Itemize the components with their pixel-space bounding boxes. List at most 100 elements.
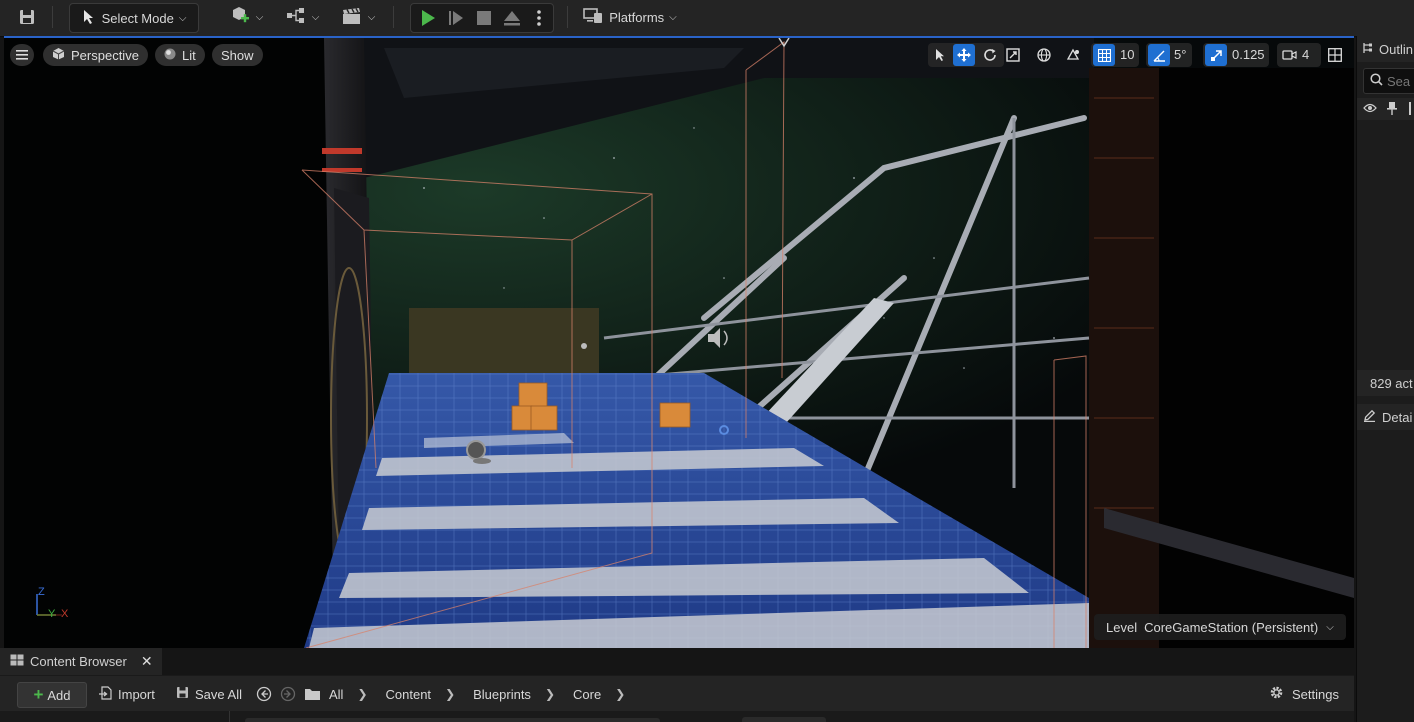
add-actor-button[interactable]: ⌵: [226, 3, 266, 31]
level-prefix-label: Level: [1106, 619, 1138, 635]
rotation-snap-icon[interactable]: [1148, 44, 1170, 66]
chevron-right-icon[interactable]: ❯: [615, 687, 625, 701]
folder-icon[interactable]: [304, 682, 321, 706]
chevron-down-icon: ⌵: [367, 11, 376, 23]
level-viewport[interactable]: Z Y X Perspective Lit Show 10 5° 0.125 4…: [4, 36, 1354, 648]
cinematics-button[interactable]: ⌵: [338, 3, 378, 31]
platforms-dropdown[interactable]: Platforms ⌵: [582, 3, 678, 31]
breadcrumb-core[interactable]: Core: [573, 687, 601, 702]
world-coordinates-icon[interactable]: [1033, 44, 1055, 66]
grid-snap-icon[interactable]: [1093, 44, 1115, 66]
lit-label: Lit: [182, 47, 196, 63]
content-browser-toolbar: + Add Import Save All All ❯ Content ❯ Bl…: [0, 675, 1354, 712]
visibility-eye-icon[interactable]: [1363, 102, 1377, 117]
content-browser-tab-label: Content Browser: [30, 654, 127, 669]
content-browser-panes: [0, 711, 1354, 722]
details-tab[interactable]: Detai: [1357, 404, 1414, 430]
rotate-tool-icon[interactable]: [979, 44, 1001, 66]
add-label: Add: [47, 687, 71, 703]
chevron-down-icon: ⌵: [669, 11, 677, 23]
save-all-label: Save All: [195, 686, 242, 702]
chevron-down-icon: ⌵: [255, 11, 264, 23]
more-options-icon[interactable]: [527, 4, 551, 32]
content-browser-icon: [10, 654, 24, 669]
surface-snapping-icon[interactable]: [1062, 44, 1084, 66]
rotation-snap-value[interactable]: 5°: [1174, 47, 1186, 62]
cube-icon: [52, 47, 65, 63]
axis-x-label: X: [61, 608, 69, 620]
camera-speed-icon[interactable]: [1278, 44, 1300, 66]
save-all-button[interactable]: Save All: [176, 682, 242, 706]
close-icon[interactable]: ✕: [141, 653, 153, 670]
outliner-icon: [1363, 42, 1373, 57]
settings-label: Settings: [1292, 686, 1339, 702]
axis-y-label: Y: [48, 608, 56, 620]
current-level-dropdown[interactable]: Level CoreGameStation (Persistent) ⌵: [1094, 614, 1346, 640]
history-forward-icon[interactable]: [280, 682, 296, 706]
select-tool-icon[interactable]: [929, 44, 951, 66]
show-flags-button[interactable]: Show: [212, 44, 263, 66]
advance-frame-icon[interactable]: [443, 4, 469, 32]
outliner-title: Outlin: [1379, 41, 1413, 57]
breadcrumb-all[interactable]: All: [329, 687, 343, 702]
add-actor-icon: [229, 6, 251, 29]
toolbar-divider: [52, 6, 53, 28]
outliner-header-row: [1357, 98, 1414, 120]
breadcrumb-blueprints[interactable]: Blueprints: [473, 687, 531, 702]
blueprints-button[interactable]: ⌵: [282, 3, 322, 31]
scale-snap-value[interactable]: 0.125: [1232, 47, 1265, 62]
platforms-label: Platforms: [609, 9, 665, 25]
outliner-search-placeholder: Sea: [1387, 73, 1411, 89]
pin-icon[interactable]: [1387, 102, 1397, 118]
outliner-search-input[interactable]: Sea: [1363, 68, 1414, 94]
viewport-layout-icon[interactable]: [1324, 44, 1346, 66]
scale-snap-icon[interactable]: [1205, 44, 1227, 66]
camera-speed-value[interactable]: 4: [1302, 47, 1309, 62]
viewport-scene-render: [4, 38, 1354, 648]
details-title: Detai: [1382, 409, 1413, 425]
right-side-panel: Outlin Sea 829 act Detai: [1356, 36, 1414, 722]
details-pencil-icon: [1363, 409, 1376, 425]
stop-icon[interactable]: [471, 4, 497, 32]
perspective-label: Perspective: [71, 47, 139, 63]
filter-button[interactable]: [742, 717, 826, 722]
import-label: Import: [118, 686, 155, 702]
import-button[interactable]: Import: [99, 682, 155, 706]
chevron-down-icon: ⌵: [1326, 621, 1334, 633]
add-button[interactable]: + Add: [17, 682, 87, 708]
level-name-label: CoreGameStation (Persistent): [1144, 619, 1319, 635]
view-mode-lit-button[interactable]: Lit: [155, 44, 205, 66]
toolbar-divider: [393, 6, 394, 28]
perspective-button[interactable]: Perspective: [43, 44, 148, 66]
plus-icon: +: [33, 685, 44, 704]
chevron-right-icon[interactable]: ❯: [445, 687, 455, 701]
save-icon[interactable]: [14, 3, 40, 31]
settings-button[interactable]: Settings: [1269, 682, 1339, 706]
save-all-icon: [176, 686, 189, 702]
outliner-tab[interactable]: Outlin: [1357, 36, 1414, 62]
blueprint-graph-icon: [285, 7, 307, 28]
gear-icon: [1269, 685, 1284, 703]
lit-sphere-icon: [164, 48, 176, 63]
pane-divider[interactable]: [229, 711, 230, 722]
toolbar-divider: [567, 6, 568, 28]
chevron-down-icon: ⌵: [178, 12, 187, 24]
chevron-right-icon[interactable]: ❯: [357, 687, 367, 701]
asset-search-input[interactable]: [245, 718, 660, 722]
chevron-right-icon[interactable]: ❯: [545, 687, 555, 701]
play-controls: [410, 3, 554, 33]
translate-tool-icon[interactable]: [953, 44, 975, 66]
column-divider: [1409, 102, 1411, 115]
scale-tool-icon[interactable]: [1002, 44, 1024, 66]
eject-icon[interactable]: [499, 4, 525, 32]
play-icon[interactable]: [415, 4, 441, 32]
hamburger-menu-icon: [16, 48, 28, 63]
history-back-icon[interactable]: [256, 682, 272, 706]
grid-snap-value[interactable]: 10: [1120, 47, 1134, 62]
select-mode-dropdown[interactable]: Select Mode ⌵: [69, 3, 199, 33]
viewport-options-button[interactable]: [10, 44, 34, 66]
outliner-footer: 829 act: [1357, 370, 1414, 396]
breadcrumb-content[interactable]: Content: [386, 687, 432, 702]
cursor-icon: [82, 9, 96, 28]
content-browser-tab[interactable]: Content Browser ✕: [0, 648, 162, 675]
